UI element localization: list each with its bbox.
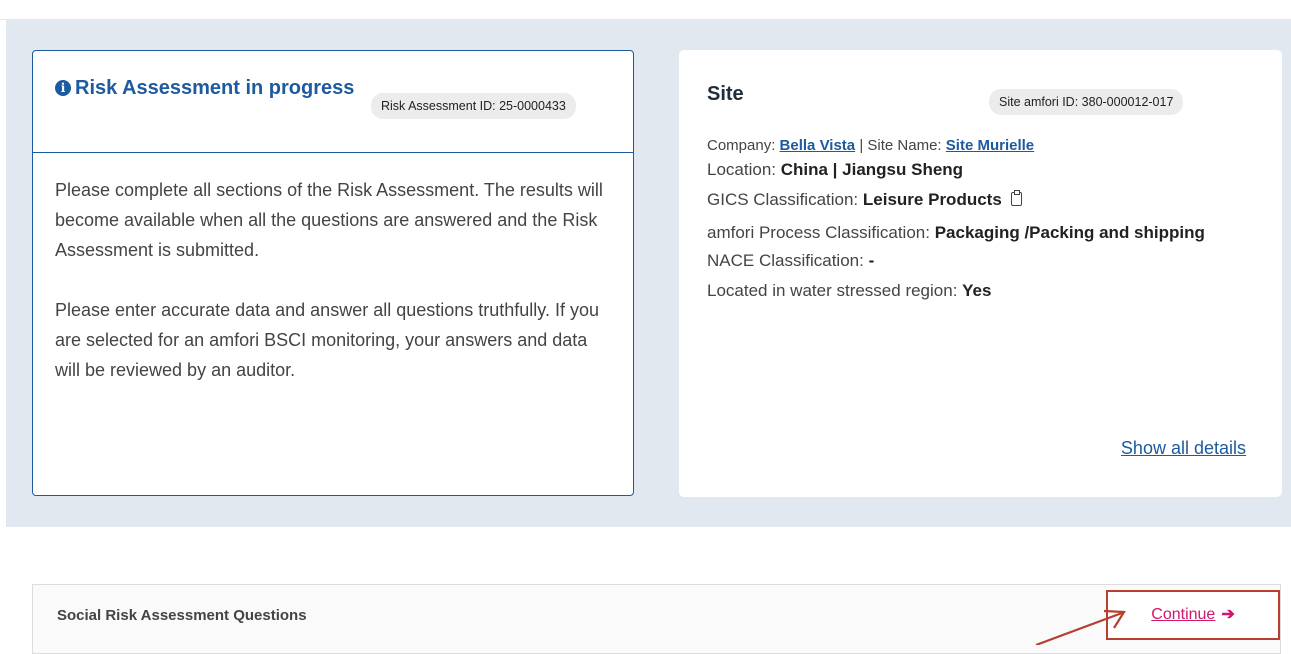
gics-label: GICS Classification: (707, 190, 859, 209)
risk-instructions-paragraph: Please complete all sections of the Risk… (55, 180, 603, 260)
arrow-right-icon: ➔ (1221, 606, 1235, 623)
site-amfori-id-badge: Site amfori ID: 380-000012-017 (989, 89, 1184, 115)
company-site-row: Company: Bella Vista | Site Name: Site M… (707, 135, 1267, 157)
top-strip (0, 0, 1291, 20)
nace-label: NACE Classification: (707, 251, 864, 270)
site-card-title: Site (707, 83, 744, 105)
gics-row: GICS Classification: Leisure Products (707, 187, 1267, 213)
info-circle-icon: i (55, 80, 71, 96)
water-stress-row: Located in water stressed region: Yes (707, 278, 1267, 304)
process-row: amfori Process Classification: Packaging… (707, 217, 1267, 248)
location-label: Location: (707, 160, 776, 179)
site-details: Company: Bella Vista | Site Name: Site M… (707, 135, 1267, 304)
risk-card-title: i Risk Assessment in progress (55, 73, 355, 103)
risk-card-body: Please complete all sections of the Risk… (55, 175, 615, 385)
process-value: Packaging /Packing and shipping (934, 223, 1205, 242)
risk-title-text: Risk Assessment in progress (75, 77, 355, 99)
risk-assessment-card: i Risk Assessment in progress Risk Assess… (32, 50, 634, 496)
nace-row: NACE Classification: - (707, 248, 1267, 274)
gics-value: Leisure Products (862, 190, 1002, 209)
risk-card-header: i Risk Assessment in progress Risk Assess… (33, 51, 633, 153)
company-link[interactable]: Bella Vista (780, 137, 856, 154)
location-value: China | Jiangsu Sheng (780, 160, 964, 179)
process-label: amfori Process Classification: (707, 223, 930, 242)
clipboard-icon[interactable] (1010, 190, 1022, 206)
annotation-arrow-icon (1035, 609, 1126, 645)
site-name-label: Site Name: (867, 137, 942, 154)
continue-label: Continue (1151, 606, 1216, 623)
social-risk-section-label: Social Risk Assessment Questions (57, 607, 307, 624)
company-label: Company: (707, 137, 776, 154)
site-card: Site Site amfori ID: 380-000012-017 Comp… (679, 50, 1282, 497)
water-stress-value: Yes (962, 281, 992, 300)
company-separator: | (859, 137, 864, 154)
site-name-link[interactable]: Site Murielle (946, 137, 1034, 154)
risk-assessment-id-badge: Risk Assessment ID: 25-0000433 (371, 93, 576, 119)
risk-accuracy-paragraph: Please enter accurate data and answer al… (55, 300, 599, 380)
show-all-details-link[interactable]: Show all details (1121, 438, 1246, 459)
location-row: Location: China | Jiangsu Sheng (707, 157, 1267, 183)
water-stress-label: Located in water stressed region: (707, 281, 958, 300)
nace-value: - (868, 251, 875, 270)
